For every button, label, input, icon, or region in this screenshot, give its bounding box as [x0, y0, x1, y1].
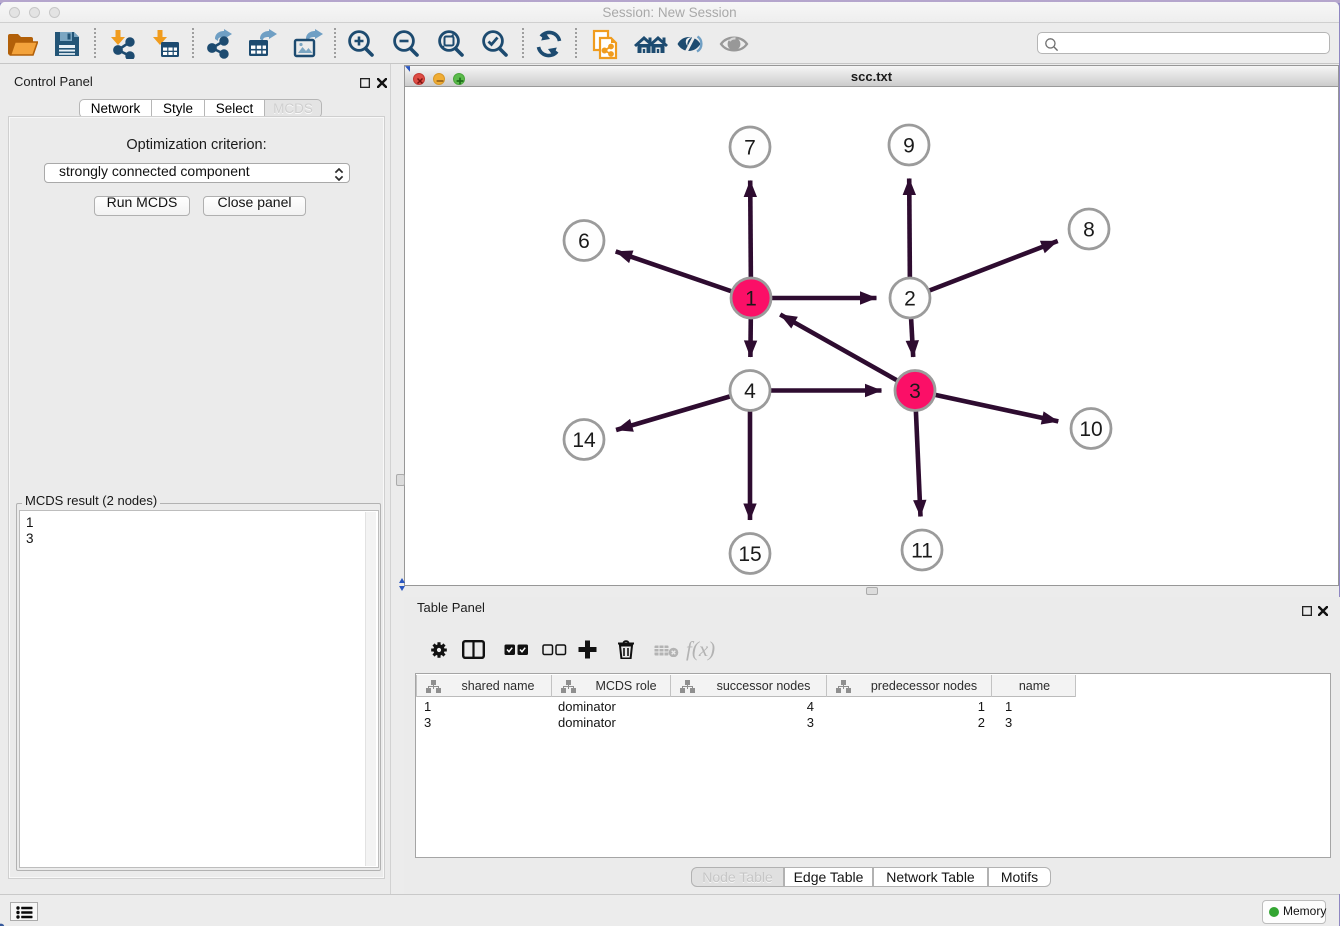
- svg-text:7: 7: [744, 137, 756, 160]
- svg-text:3: 3: [909, 380, 921, 403]
- svg-text:9: 9: [903, 135, 915, 158]
- svg-text:2: 2: [904, 288, 916, 311]
- svg-text:10: 10: [1079, 418, 1102, 441]
- svg-text:14: 14: [572, 429, 596, 452]
- svg-text:11: 11: [911, 540, 933, 563]
- svg-text:15: 15: [738, 543, 761, 566]
- svg-text:6: 6: [578, 230, 590, 253]
- svg-text:1: 1: [745, 288, 757, 311]
- svg-text:8: 8: [1083, 219, 1095, 242]
- svg-text:4: 4: [744, 380, 756, 403]
